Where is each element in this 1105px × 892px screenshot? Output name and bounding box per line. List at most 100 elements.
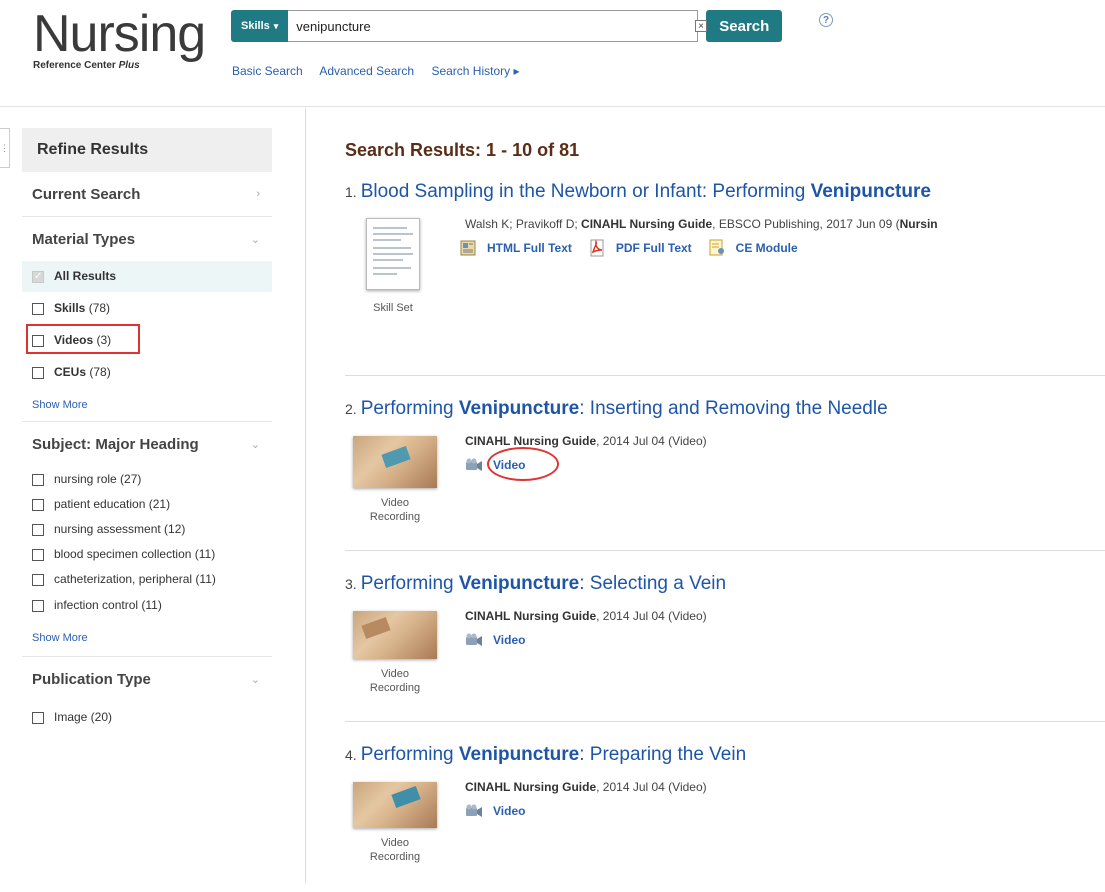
result-thumbnail[interactable]: Video Recording: [349, 436, 441, 524]
header-divider: [0, 106, 1105, 107]
facet-ceus[interactable]: CEUs (78): [22, 360, 272, 387]
result-thumbnail[interactable]: Video Recording: [349, 611, 441, 695]
pdf-full-text-link[interactable]: PDF Full Text: [616, 241, 692, 255]
pdf-icon: [590, 239, 604, 257]
facet-all-results[interactable]: All Results: [22, 261, 272, 292]
result-thumbnail[interactable]: Skill Set: [353, 218, 433, 314]
facet-subject-item[interactable]: blood specimen collection (11): [22, 542, 252, 567]
html-full-text-link[interactable]: HTML Full Text: [487, 241, 572, 255]
thumbnail-caption: Video Recording: [369, 497, 421, 523]
chevron-down-icon: ▾: [273, 20, 279, 31]
sidebar-divider: [305, 108, 306, 883]
checkbox[interactable]: [32, 367, 44, 379]
result-details: CINAHL Nursing Guide, 2014 Jul 04 (Video…: [465, 434, 707, 481]
chevron-down-icon: ⌄: [250, 438, 260, 451]
ce-module-icon: [709, 239, 724, 256]
document-thumbnail-icon: [366, 218, 420, 290]
result-item: 4. Performing Venipuncture: Preparing the…: [345, 722, 1105, 892]
material-types-list: All Results Skills (78) Videos (3) CEUs …: [22, 261, 272, 421]
current-search-header[interactable]: Current Search ›: [22, 172, 272, 217]
sidebar-collapse-handle[interactable]: ⋮: [0, 128, 10, 168]
html-full-text-icon: [460, 240, 476, 256]
checkbox[interactable]: [32, 474, 44, 486]
highlight-box: [26, 324, 140, 354]
ce-module-link[interactable]: CE Module: [736, 241, 798, 255]
logo[interactable]: Nursing Reference Center Plus: [33, 5, 206, 71]
result-meta: CINAHL Nursing Guide, 2014 Jul 04 (Video…: [465, 434, 707, 448]
video-thumbnail-image: [353, 782, 437, 828]
checkbox[interactable]: [32, 269, 44, 284]
search-history-link[interactable]: Search History ▸: [431, 64, 519, 78]
facet-skills[interactable]: Skills (78): [22, 296, 272, 323]
result-links: Video: [465, 447, 707, 481]
result-details: CINAHL Nursing Guide, 2014 Jul 04 (Video…: [465, 609, 707, 649]
result-details: CINAHL Nursing Guide, 2014 Jul 04 (Video…: [465, 780, 707, 820]
result-links: Video: [465, 802, 707, 820]
result-thumbnail[interactable]: Video Recording: [349, 782, 441, 864]
thumbnail-caption: Skill Set: [373, 302, 413, 314]
search-field-label: Skills: [241, 20, 270, 32]
thumbnail-caption: Video Recording: [369, 668, 421, 694]
refine-sidebar: Refine Results Current Search › Material…: [22, 128, 272, 732]
result-details: Walsh K; Pravikoff D; CINAHL Nursing Gui…: [460, 217, 938, 257]
result-item: 2. Performing Venipuncture: Inserting and…: [345, 380, 1105, 551]
checkbox[interactable]: [32, 303, 44, 315]
result-title-link[interactable]: 3. Performing Venipuncture: Selecting a V…: [345, 551, 1105, 595]
facet-subject-item[interactable]: infection control (11): [22, 592, 272, 618]
show-more-material-types[interactable]: Show More: [22, 387, 272, 421]
clear-search-icon[interactable]: ×: [695, 20, 707, 32]
search-bar: Skills ▾ × Search: [231, 10, 783, 42]
facet-subject-item[interactable]: patient education (21): [22, 492, 272, 517]
search-links: Basic Search Advanced Search Search Hist…: [232, 64, 534, 78]
facet-subject-item[interactable]: catheterization, peripheral (11): [22, 567, 257, 592]
basic-search-link[interactable]: Basic Search: [232, 64, 303, 78]
checkbox[interactable]: [32, 524, 44, 536]
advanced-search-link[interactable]: Advanced Search: [319, 64, 414, 78]
facet-subject-item[interactable]: nursing role (27): [22, 466, 272, 492]
search-input[interactable]: [288, 10, 699, 42]
checkbox[interactable]: [32, 600, 44, 612]
result-meta: CINAHL Nursing Guide, 2014 Jul 04 (Video…: [465, 780, 707, 794]
checkbox[interactable]: [32, 499, 44, 511]
chevron-right-icon: ›: [256, 188, 260, 200]
search-field-select[interactable]: Skills ▾: [231, 10, 289, 42]
video-thumbnail-image: [353, 611, 437, 659]
logo-wordmark: Nursing: [33, 5, 206, 63]
checkbox[interactable]: [32, 549, 44, 561]
thumbnail-caption: Video Recording: [369, 837, 421, 863]
result-item: 1. Blood Sampling in the Newborn or Infan…: [345, 181, 1105, 376]
result-meta: CINAHL Nursing Guide, 2014 Jul 04 (Video…: [465, 609, 707, 623]
video-link[interactable]: Video: [493, 633, 525, 647]
publication-type-header[interactable]: Publication Type ⌄: [22, 656, 272, 701]
result-links: Video: [465, 631, 707, 649]
subject-heading-header[interactable]: Subject: Major Heading ⌄: [22, 421, 272, 466]
result-title-link[interactable]: 2. Performing Venipuncture: Inserting and…: [345, 380, 1105, 420]
results-panel: Search Results: 1 - 10 of 81 1. Blood Sam…: [345, 128, 1105, 892]
chevron-down-icon: ⌄: [250, 233, 260, 246]
checkbox[interactable]: [32, 574, 44, 586]
refine-results-title: Refine Results: [22, 128, 272, 172]
result-links: HTML Full Text PDF Full Text CE Module: [459, 239, 938, 257]
search-button[interactable]: Search: [706, 10, 783, 42]
results-count-heading: Search Results: 1 - 10 of 81: [345, 140, 580, 160]
result-meta: Walsh K; Pravikoff D; CINAHL Nursing Gui…: [465, 217, 938, 231]
video-camera-icon: [466, 458, 482, 471]
show-more-subjects[interactable]: Show More: [22, 618, 272, 656]
video-camera-icon: [466, 804, 482, 817]
facet-subject-item[interactable]: nursing assessment (12): [22, 517, 272, 542]
highlight-oval: [487, 447, 559, 481]
checkbox[interactable]: [32, 712, 44, 724]
chevron-down-icon: ⌄: [250, 673, 260, 686]
result-title-link[interactable]: 4. Performing Venipuncture: Preparing the…: [345, 722, 1105, 766]
facet-publication-item[interactable]: Image (20): [22, 705, 272, 732]
video-camera-icon: [466, 633, 482, 646]
result-title-link[interactable]: 1. Blood Sampling in the Newborn or Infan…: [345, 181, 1105, 203]
facet-videos[interactable]: Videos (3): [22, 324, 272, 355]
material-types-header[interactable]: Material Types ⌄: [22, 217, 272, 261]
help-icon[interactable]: ?: [819, 13, 833, 27]
subject-list: nursing role (27) patient education (21)…: [22, 466, 272, 656]
video-thumbnail-image: [353, 436, 437, 488]
publication-type-list: Image (20): [22, 701, 272, 732]
video-link[interactable]: Video: [493, 804, 525, 818]
result-item: 3. Performing Venipuncture: Selecting a V…: [345, 551, 1105, 722]
